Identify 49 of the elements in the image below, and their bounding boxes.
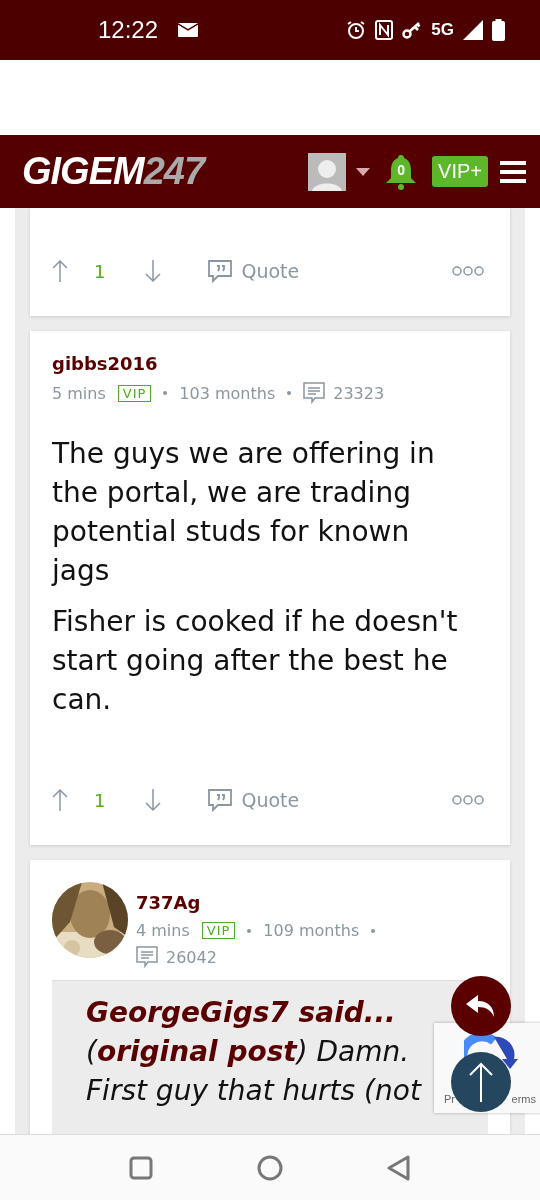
more-icon[interactable] <box>452 794 484 806</box>
mail-icon <box>178 23 199 37</box>
comment-icon <box>303 382 326 404</box>
reply-icon <box>466 995 496 1017</box>
comment-icon <box>136 946 158 968</box>
privacy-link[interactable]: Pr <box>444 1093 455 1105</box>
nfc-icon <box>375 20 394 40</box>
post-count: 26042 <box>166 947 217 967</box>
post-text: The guys we are offering in the portal, we are trading potential studs for known jags <box>52 436 436 589</box>
quote-bubble-icon <box>207 788 234 812</box>
vip-badge: VIP <box>201 922 236 939</box>
post-text: Fisher is cooked if he doesn't start going after the best he can. <box>52 604 459 718</box>
network-type: 5G <box>431 20 454 40</box>
upvote-icon[interactable] <box>52 259 68 283</box>
downvote-icon[interactable] <box>145 259 162 283</box>
dropdown-caret-icon[interactable] <box>356 167 371 176</box>
quote-button[interactable]: Quote <box>207 788 300 812</box>
battery-icon <box>492 19 505 41</box>
author-name[interactable]: 737Ag <box>136 892 406 913</box>
home-icon[interactable] <box>257 1154 283 1181</box>
vote-count: 1 <box>94 789 106 811</box>
notification-bell-icon[interactable] <box>384 153 419 190</box>
upvote-icon[interactable] <box>52 788 68 812</box>
clock: 12:22 <box>98 16 159 44</box>
post-time: 5 mins <box>52 383 106 403</box>
user-avatar-icon[interactable] <box>308 152 347 191</box>
downvote-icon[interactable] <box>145 788 162 812</box>
member-tenure: 109 months <box>263 921 360 940</box>
more-icon[interactable] <box>452 265 484 277</box>
notification-count: 0 <box>396 161 406 178</box>
quote-text: (original post) Damn. First guy that hurts (not <box>86 1035 421 1107</box>
alarm-icon <box>346 20 367 40</box>
back-icon[interactable] <box>387 1154 411 1181</box>
vote-count: 1 <box>94 260 106 282</box>
vip-badge: VIP <box>117 384 152 402</box>
author-name[interactable]: gibbs2016 <box>52 353 488 374</box>
recents-icon[interactable] <box>129 1155 153 1180</box>
quote-bubble-icon <box>207 259 234 283</box>
terms-link[interactable]: erms <box>511 1093 536 1105</box>
post-time: 4 mins <box>136 921 190 940</box>
menu-icon[interactable] <box>500 160 526 183</box>
key-icon <box>402 21 423 39</box>
post-count: 23323 <box>333 383 385 403</box>
member-tenure: 103 months <box>179 383 276 403</box>
site-logo[interactable]: GIGEM247 <box>22 150 205 193</box>
signal-icon <box>463 20 483 40</box>
quote-button[interactable]: Quote <box>207 259 300 283</box>
quote-author[interactable]: GeorgeGigs7 said... <box>86 993 396 1032</box>
arrow-up-icon <box>469 1062 493 1102</box>
